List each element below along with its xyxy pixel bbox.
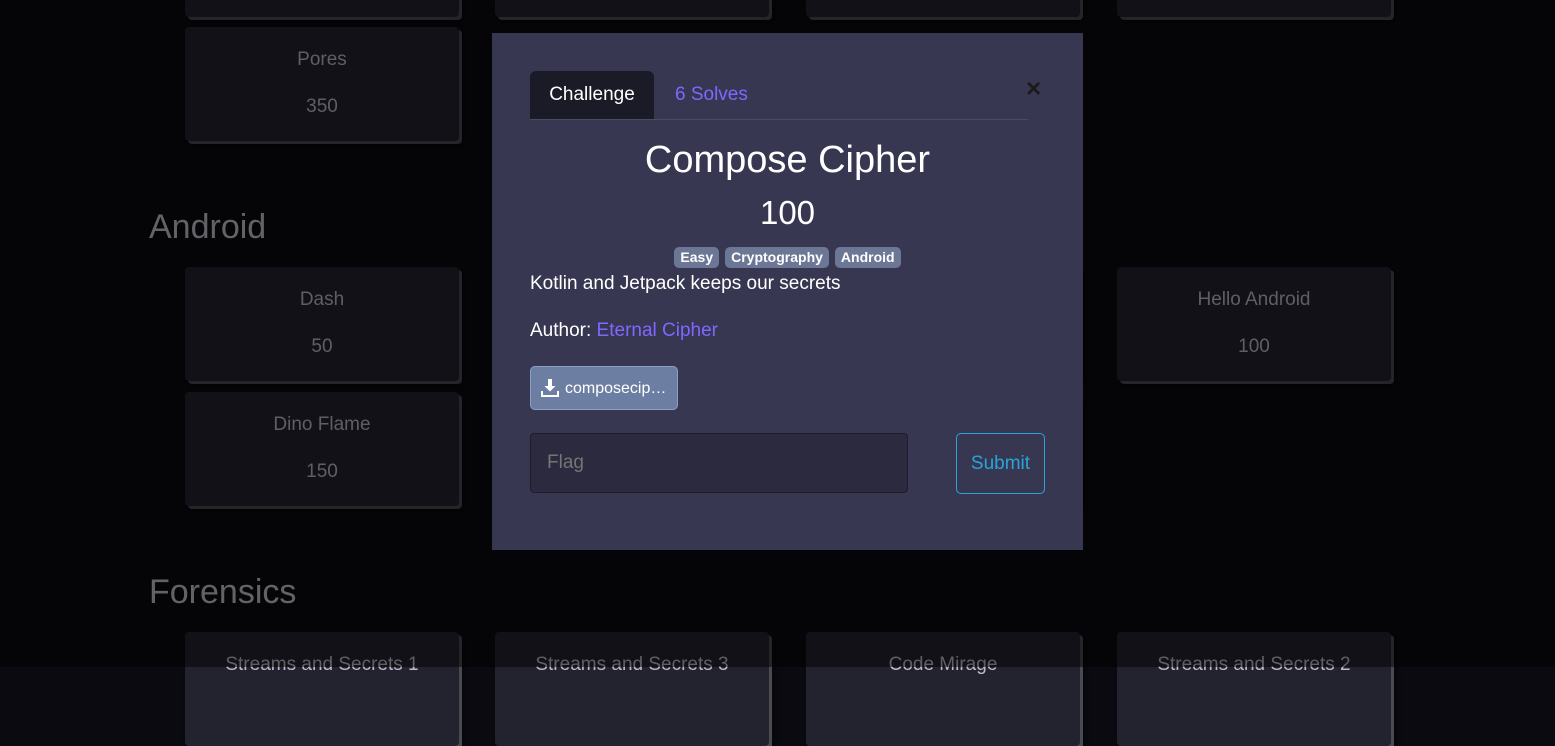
flag-input[interactable] — [530, 433, 908, 493]
author-link[interactable]: Eternal Cipher — [597, 320, 718, 341]
tag-badge: Cryptography — [725, 247, 829, 268]
challenge-title: Compose Cipher — [644, 139, 931, 181]
submit-button[interactable]: Submit — [956, 433, 1045, 494]
tag-badge: Easy — [674, 247, 720, 268]
download-icon — [541, 379, 559, 397]
author-label: Author: — [530, 320, 597, 341]
close-icon[interactable]: × — [1026, 73, 1041, 104]
tab-solves[interactable]: 6 Solves — [675, 71, 748, 119]
challenge-value: 100 — [759, 194, 816, 231]
tag-badge: Android — [834, 247, 901, 268]
tab-challenge[interactable]: Challenge — [530, 71, 654, 119]
challenge-author: Author: Eternal Cipher — [530, 320, 718, 342]
file-name: composecip… — [565, 380, 667, 397]
modal-tabs: Challenge 6 Solves — [530, 71, 1028, 120]
challenge-modal: Challenge 6 Solves × Compose Cipher 100 … — [492, 33, 1083, 550]
challenge-tags: Easy Cryptography Android — [492, 247, 1083, 268]
download-file-button[interactable]: composecip… — [530, 366, 678, 410]
challenge-description: Kotlin and Jetpack keeps our secrets — [530, 273, 841, 294]
